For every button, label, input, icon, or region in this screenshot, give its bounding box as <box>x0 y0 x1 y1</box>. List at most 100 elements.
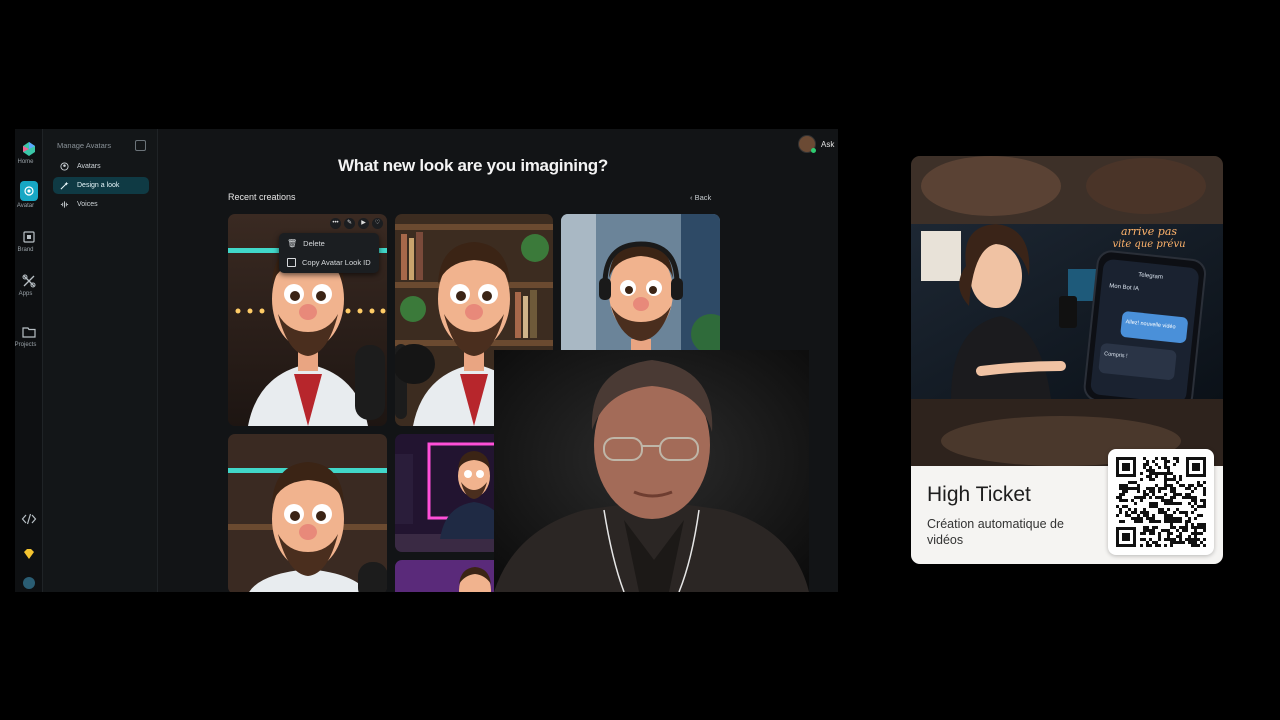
qr-module <box>1158 535 1161 538</box>
online-status-dot <box>811 148 816 153</box>
qr-module <box>1194 487 1197 490</box>
rail-item-profile[interactable] <box>15 577 42 589</box>
qr-module <box>1194 517 1197 520</box>
qr-module <box>1167 466 1170 469</box>
rail-item-apps[interactable]: Apps <box>15 273 42 297</box>
qr-module <box>1167 499 1170 502</box>
qr-module <box>1185 520 1188 523</box>
qr-module <box>1164 493 1167 496</box>
qr-module <box>1131 499 1134 502</box>
qr-module <box>1191 499 1194 502</box>
qr-module <box>1149 538 1152 541</box>
qr-module <box>1182 526 1185 529</box>
user-menu[interactable]: Ask <box>798 135 834 153</box>
qr-module <box>1176 460 1179 463</box>
qr-module <box>1170 526 1173 529</box>
qr-module <box>1158 538 1161 541</box>
diamond-icon <box>23 549 34 559</box>
rail-item-avatar[interactable]: Avatar <box>15 181 42 209</box>
edit-icon[interactable]: ✎ <box>344 218 355 229</box>
qr-module <box>1185 493 1188 496</box>
avatar-look-card[interactable] <box>228 434 387 592</box>
sidebar-item-avatars[interactable]: Avatars <box>53 158 149 175</box>
qr-module <box>1134 508 1137 511</box>
qr-module <box>1116 496 1119 499</box>
qr-module <box>1203 502 1206 505</box>
qr-module <box>1149 469 1152 472</box>
qr-module <box>1173 520 1176 523</box>
qr-module <box>1143 493 1146 496</box>
qr-module <box>1158 508 1161 511</box>
qr-module <box>1155 496 1158 499</box>
qr-module <box>1182 496 1185 499</box>
qr-module <box>1158 472 1161 475</box>
qr-module <box>1119 511 1122 514</box>
qr-module <box>1152 460 1155 463</box>
avatar <box>798 135 816 153</box>
qr-module <box>1191 532 1194 535</box>
qr-module <box>1203 487 1206 490</box>
menu-item-copy-look-id[interactable]: Copy Avatar Look ID <box>287 258 371 267</box>
qr-module <box>1194 544 1197 547</box>
qr-module <box>1143 496 1146 499</box>
qr-module <box>1152 493 1155 496</box>
rail-item-projects[interactable]: Projects <box>15 324 42 348</box>
qr-module <box>1176 517 1179 520</box>
qr-module <box>1191 523 1194 526</box>
qr-module <box>1140 478 1143 481</box>
qr-module <box>1155 475 1158 478</box>
qr-module <box>1137 520 1140 523</box>
qr-module <box>1182 511 1185 514</box>
qr-module <box>1152 529 1155 532</box>
user-label: Ask <box>821 139 835 149</box>
qr-module <box>1188 496 1191 499</box>
qr-module <box>1134 487 1137 490</box>
menu-item-delete[interactable]: 🗑 Delete <box>287 239 325 248</box>
rail-item-brand[interactable]: Brand <box>15 229 42 253</box>
rail-label-projects: Projects <box>15 342 37 348</box>
qr-module <box>1164 466 1167 469</box>
qr-module <box>1185 487 1188 490</box>
qr-module <box>1143 526 1146 529</box>
qr-module <box>1158 544 1161 547</box>
qr-module <box>1191 484 1194 487</box>
qr-module <box>1164 472 1167 475</box>
user-circle-icon <box>57 162 71 171</box>
qr-module <box>1179 475 1182 478</box>
qr-code[interactable] <box>1108 449 1214 555</box>
qr-module <box>1176 481 1179 484</box>
sidebar-collapse-icon[interactable] <box>135 140 146 151</box>
rail-item-upgrade[interactable] <box>15 546 42 562</box>
qr-module <box>1128 508 1131 511</box>
qr-module <box>1170 517 1173 520</box>
qr-module <box>1158 532 1161 535</box>
qr-module <box>1137 487 1140 490</box>
heart-icon[interactable]: ♡ <box>372 218 383 229</box>
more-options-icon[interactable]: ••• <box>330 218 341 229</box>
qr-module <box>1119 508 1122 511</box>
qr-module <box>1119 496 1122 499</box>
qr-module <box>1158 466 1161 469</box>
rail-item-code[interactable] <box>15 511 42 527</box>
qr-module <box>1167 469 1170 472</box>
qr-module <box>1155 526 1158 529</box>
qr-module <box>1158 520 1161 523</box>
qr-module <box>1143 529 1146 532</box>
sidebar-item-voices[interactable]: Voices <box>53 196 149 213</box>
rail-item-home[interactable]: Home <box>15 141 42 165</box>
back-button[interactable]: ‹ Back <box>690 193 711 202</box>
qr-module <box>1167 535 1170 538</box>
qr-module <box>1167 502 1170 505</box>
qr-module <box>1149 529 1152 532</box>
qr-module <box>1152 505 1155 508</box>
play-icon[interactable]: ▶ <box>358 218 369 229</box>
qr-module <box>1197 523 1200 526</box>
sidebar-item-design-a-look[interactable]: Design a look <box>53 177 149 194</box>
qr-module <box>1188 487 1191 490</box>
qr-module <box>1140 511 1143 514</box>
qr-module <box>1152 514 1155 517</box>
menu-item-label: Copy Avatar Look ID <box>302 258 371 267</box>
qr-module <box>1119 484 1122 487</box>
waveform-icon <box>57 200 71 209</box>
qr-module <box>1149 496 1152 499</box>
